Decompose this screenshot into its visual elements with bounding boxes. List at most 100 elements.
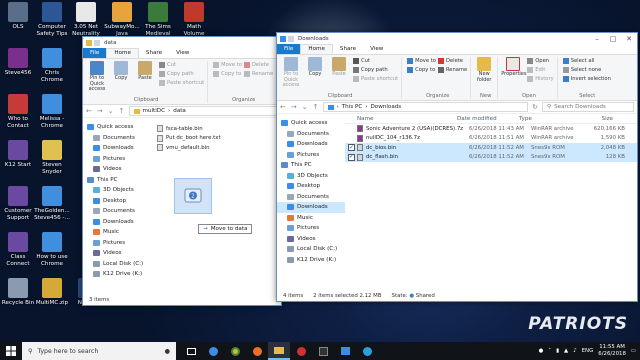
desktop-shortcut[interactable]: K12 Start <box>0 140 36 169</box>
desktop-shortcut[interactable]: Melissa - Chrome <box>34 94 70 129</box>
desktop-shortcut[interactable]: The Sims Medieval <box>140 2 176 37</box>
refresh-icon[interactable]: ↻ <box>532 103 538 111</box>
taskbar-search-input[interactable]: ⚲ Type here to search ● <box>22 342 176 360</box>
copy-path-button[interactable]: Copy path <box>353 66 398 74</box>
nav-item[interactable]: Local Disk (C:) <box>83 259 151 270</box>
tab-home[interactable]: Home <box>106 48 139 58</box>
row-checkbox[interactable]: ✓ <box>348 153 355 161</box>
tab-share[interactable]: Share <box>139 48 169 58</box>
rename-button[interactable]: Rename <box>243 70 273 78</box>
column-header-type[interactable]: Type <box>519 116 577 122</box>
copy-button[interactable]: Copy <box>109 61 133 82</box>
desktop-shortcut[interactable]: Math Volume <box>176 2 212 37</box>
chrome-app-icon[interactable] <box>290 342 312 360</box>
list-item[interactable]: vmu_default.bin <box>157 143 281 153</box>
nav-item[interactable]: Music <box>277 213 345 224</box>
nav-item[interactable]: Documents <box>277 192 345 203</box>
tab-share[interactable]: Share <box>333 44 363 54</box>
delete-button[interactable]: Delete <box>437 57 467 65</box>
pin-quick-access-button[interactable]: Pin to Quick access <box>85 61 109 93</box>
desktop-shortcut[interactable]: Steve456 <box>0 48 36 77</box>
notifications-icon[interactable]: ▭ <box>631 348 636 354</box>
nav-item[interactable]: This PC <box>83 175 151 186</box>
clock[interactable]: 11:55 AM 6/26/2018 <box>598 344 626 358</box>
up-icon[interactable]: ↑ <box>313 103 319 111</box>
nav-item[interactable]: Pictures <box>83 238 151 249</box>
edit-button[interactable]: Edit <box>527 66 553 74</box>
breadcrumb-item[interactable]: data <box>173 108 186 114</box>
nav-item[interactable]: Documents <box>277 129 345 140</box>
desktop-shortcut[interactable]: TheGolden... Steve456 -... <box>34 186 70 221</box>
tab-home[interactable]: Home <box>300 44 333 54</box>
cut-button[interactable]: Cut <box>159 61 204 69</box>
cut-button[interactable]: Cut <box>353 57 398 65</box>
desktop-shortcut[interactable]: Class Connect <box>0 232 36 267</box>
nav-item[interactable]: K12 Drive (K:) <box>277 255 345 266</box>
desktop-shortcut[interactable]: How to use Chrome <box>34 232 70 267</box>
nav-item[interactable]: This PC <box>277 160 345 171</box>
nav-item[interactable]: Pictures <box>83 154 151 165</box>
copy-button[interactable]: Copy <box>303 57 327 78</box>
explorer-window-downloads[interactable]: Downloads – □ ✕ File Home Share View Pin… <box>276 32 638 302</box>
nav-item[interactable]: Downloads <box>277 202 345 213</box>
properties-icon[interactable] <box>288 35 294 42</box>
table-row[interactable]: Sonic Adventure 2 (USA)(DCRES).7z 6/26/20… <box>345 124 637 134</box>
nav-item[interactable]: Documents <box>83 133 151 144</box>
wifi-icon[interactable]: ▲ <box>564 348 568 354</box>
nav-item[interactable]: Downloads <box>83 143 151 154</box>
copy-to-button[interactable]: Copy to <box>407 66 436 74</box>
list-item[interactable]: Put dc_boot here.txt <box>157 134 281 144</box>
nav-item[interactable]: Music <box>83 227 151 238</box>
desktop-shortcut[interactable]: Recycle Bin <box>0 278 36 307</box>
history-button[interactable]: History <box>527 75 554 83</box>
tab-file[interactable]: File <box>83 48 107 58</box>
back-icon[interactable]: ← <box>280 103 286 111</box>
nav-item[interactable]: Quick access <box>277 118 345 129</box>
list-item[interactable]: fsca-table.bin <box>157 124 281 134</box>
nav-item[interactable]: Videos <box>83 248 151 259</box>
nav-item[interactable]: 3D Objects <box>83 185 151 196</box>
table-row[interactable]: ✓ dc_bios.bin 6/26/2018 11:52 AM Snes9x ROM… <box>345 143 637 153</box>
language-indicator[interactable]: ENG <box>582 348 594 354</box>
desktop-shortcut[interactable]: Chris Chrome <box>34 48 70 83</box>
breadcrumb-item[interactable]: Downloads <box>371 104 402 110</box>
desktop-shortcut[interactable]: SubwayMo... Java <box>104 2 140 37</box>
nav-item[interactable]: Desktop <box>277 181 345 192</box>
nav-item[interactable]: Downloads <box>277 139 345 150</box>
tab-file[interactable]: File <box>277 44 301 54</box>
open-button[interactable]: Open <box>527 57 553 65</box>
media-app-icon[interactable] <box>312 342 334 360</box>
task-view-icon[interactable] <box>180 342 202 360</box>
nav-item[interactable]: Videos <box>83 164 151 175</box>
select-none-button[interactable]: Select none <box>562 66 611 74</box>
nav-item[interactable]: Downloads <box>83 217 151 228</box>
copy-path-button[interactable]: Copy path <box>159 70 204 78</box>
nav-item[interactable]: 3D Objects <box>277 171 345 182</box>
minimize-icon[interactable]: – <box>589 33 605 44</box>
microphone-icon[interactable]: ● <box>165 348 170 355</box>
properties-icon[interactable] <box>94 39 100 46</box>
new-folder-button[interactable]: New folder <box>474 57 494 83</box>
row-checkbox[interactable]: ✓ <box>348 144 355 152</box>
paste-shortcut-button[interactable]: Paste shortcut <box>159 79 204 87</box>
nav-item[interactable]: Quick access <box>83 122 151 133</box>
move-to-button[interactable]: Move to <box>407 57 436 65</box>
volume-icon[interactable]: ♪ <box>573 348 576 354</box>
chrome-browser-icon[interactable] <box>224 342 246 360</box>
up-icon[interactable]: ↑ <box>119 107 125 115</box>
tab-view[interactable]: View <box>169 48 196 58</box>
search-input[interactable]: ⚲ Search Downloads <box>542 102 634 112</box>
title-bar[interactable]: Downloads – □ ✕ <box>277 33 637 44</box>
maximize-icon[interactable]: □ <box>605 33 621 44</box>
table-row[interactable]: ✓ dc_flash.bin 6/26/2018 11:52 AM Snes9x RO… <box>345 152 637 162</box>
column-header-date[interactable]: Date modified <box>457 116 519 122</box>
copy-to-button[interactable]: Copy to <box>213 70 242 78</box>
close-icon[interactable]: ✕ <box>621 33 637 44</box>
table-row[interactable]: nullDC_104_r136.7z 6/26/2018 11:51 AM WinR… <box>345 134 637 144</box>
desktop-shortcut[interactable]: Steven Snyder <box>34 140 70 175</box>
nav-item[interactable]: Documents <box>83 206 151 217</box>
show-hidden-icons-chevron-icon[interactable]: ˄ <box>548 348 551 354</box>
store-icon[interactable] <box>334 342 356 360</box>
title-bar[interactable]: data <box>83 37 281 48</box>
forward-icon[interactable]: → <box>97 107 103 115</box>
